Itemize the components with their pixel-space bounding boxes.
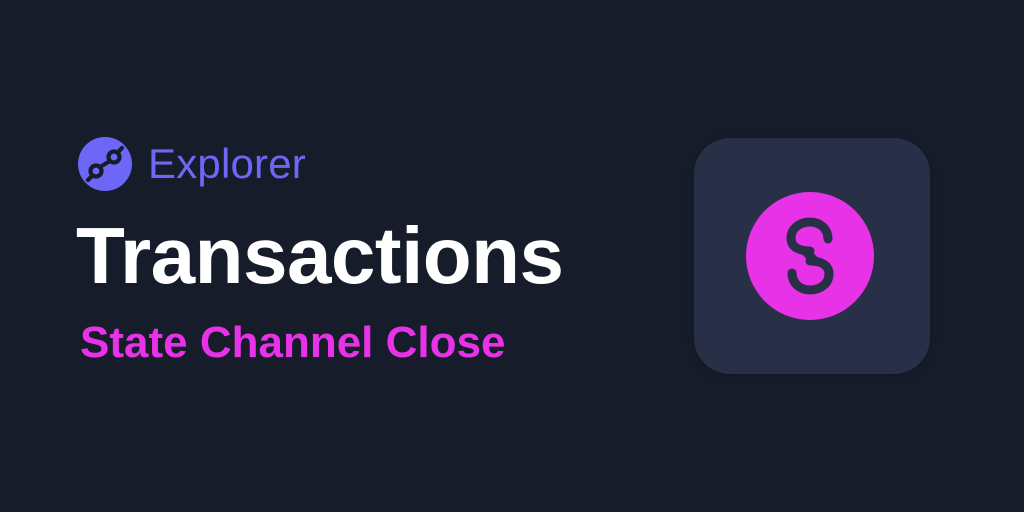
state-channel-close-icon [746,192,874,320]
page-title: Transactions [76,211,564,300]
brand-name: Explorer [148,140,306,187]
brand-header: Explorer [78,137,306,191]
transaction-type-tile [694,138,930,374]
helium-logo-icon [78,137,132,191]
page-subtitle: State Channel Close [80,318,506,367]
social-card: Explorer Transactions State Channel Clos… [0,0,1024,512]
